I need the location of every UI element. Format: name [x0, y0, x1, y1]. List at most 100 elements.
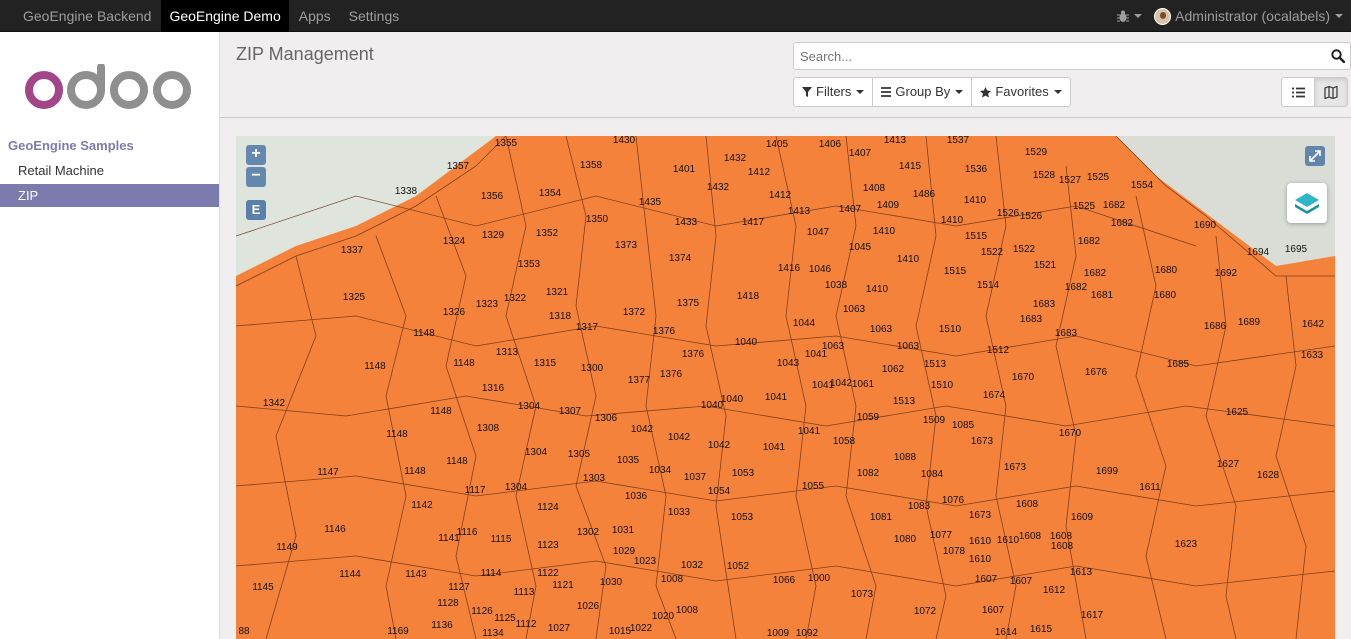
zip-label: 1148 — [364, 361, 386, 372]
filters-label: Filters — [816, 84, 852, 99]
zip-label: 1352 — [535, 228, 559, 239]
user-menu[interactable]: Administrator (ocalabels) — [1146, 7, 1351, 25]
zip-label: 1023 — [633, 556, 657, 567]
zip-label: 1030 — [599, 577, 623, 588]
zip-label: 1608 — [1050, 541, 1074, 552]
zip-label: 1121 — [552, 580, 574, 591]
zip-label: 1617 — [1080, 610, 1104, 621]
zip-label: 1059 — [856, 412, 880, 423]
chevron-down-icon — [955, 90, 964, 94]
zip-label: 1683 — [1032, 299, 1056, 310]
zip-label: 1047 — [806, 227, 830, 238]
zip-label: 1673 — [970, 436, 994, 447]
zip-label: 1633 — [1300, 350, 1324, 361]
zip-label: 1623 — [1174, 539, 1198, 550]
zip-label: 1088 — [893, 452, 917, 463]
zip-label: 1522 — [1012, 244, 1036, 255]
zip-label: 1052 — [726, 561, 750, 572]
sidebar-item-retail-machine[interactable]: Retail Machine — [0, 159, 219, 182]
zip-label: 1041 — [762, 442, 786, 453]
chevron-down-icon — [856, 90, 865, 94]
menu-apps[interactable]: Apps — [291, 0, 339, 32]
zip-label: 1375 — [676, 298, 700, 309]
zip-label: 1642 — [1301, 319, 1325, 330]
zip-label: 1321 — [545, 287, 569, 298]
zip-label: 1027 — [547, 623, 571, 634]
zip-label: 1410 — [963, 195, 987, 206]
zip-label: 1055 — [801, 481, 825, 492]
zip-label: 1610 — [968, 536, 992, 547]
zip-label: 1612 — [1042, 585, 1066, 596]
zip-label: 1323 — [475, 299, 499, 310]
zip-label: 1628 — [1256, 470, 1280, 481]
zip-label: 1432 — [706, 182, 730, 193]
zip-label: 1408 — [862, 183, 886, 194]
top-navbar: GeoEngine Backend GeoEngine Demo Apps Se… — [0, 0, 1351, 32]
zip-label: 1324 — [442, 236, 466, 247]
zip-label: 1029 — [612, 546, 636, 557]
odoo-logo — [25, 64, 191, 109]
zip-label: 1041 — [797, 426, 821, 437]
favorites-button[interactable]: Favorites — [971, 77, 1071, 107]
filters-button[interactable]: Filters — [793, 77, 874, 107]
search-input[interactable] — [794, 43, 1314, 69]
zip-label: 1432 — [723, 153, 747, 164]
menu-settings[interactable]: Settings — [341, 0, 408, 32]
zip-label: 1316 — [481, 383, 505, 394]
zip-label: 1673 — [968, 510, 992, 521]
zip-label: 1410 — [896, 254, 920, 265]
zip-label: 1537 — [946, 136, 970, 146]
menu-geoengine-backend[interactable]: GeoEngine Backend — [15, 0, 159, 32]
zip-label: 1058 — [832, 436, 856, 447]
zip-label: 1356 — [480, 191, 504, 202]
zip-label: 1694 — [1246, 247, 1270, 258]
menu-geoengine-demo[interactable]: GeoEngine Demo — [161, 0, 289, 32]
search-options: Filters Group By Favorites — [793, 77, 1071, 107]
zip-label: 1325 — [342, 292, 366, 303]
control-panel: ZIP Management Filters Group By Favorite… — [220, 32, 1351, 118]
zip-label: 1680 — [1154, 265, 1178, 276]
zip-label: 1613 — [1069, 567, 1093, 578]
chevron-down-icon — [1335, 14, 1343, 18]
zip-label: 1376 — [652, 326, 676, 337]
zip-label: 1413 — [883, 136, 907, 146]
map-view-button[interactable] — [1314, 77, 1348, 107]
zip-label: 1125 — [494, 613, 516, 624]
zip-label: 1412 — [768, 190, 792, 201]
zip-label: 1326 — [442, 307, 466, 318]
search-icon[interactable] — [1331, 49, 1345, 63]
zip-label: 1513 — [892, 396, 916, 407]
zip-label: 1040 — [720, 394, 744, 405]
zip-label: 1376 — [659, 369, 683, 380]
zip-label: 1054 — [707, 486, 731, 497]
zoom-in-button[interactable]: + — [246, 145, 266, 165]
zip-label: 1433 — [674, 217, 698, 228]
zip-label: 1670 — [1011, 372, 1035, 383]
zip-label: 1430 — [612, 136, 636, 146]
zip-label: 1337 — [340, 245, 364, 256]
group-by-button[interactable]: Group By — [872, 77, 973, 107]
zip-label: 1682 — [1077, 236, 1101, 247]
zip-label: 1169 — [387, 626, 409, 637]
zip-label: 1053 — [731, 468, 755, 479]
sidebar-item-zip[interactable]: ZIP — [0, 184, 219, 207]
zip-label: 1510 — [938, 324, 962, 335]
zip-label: 1374 — [668, 253, 692, 264]
layer-switcher-button[interactable] — [1287, 183, 1327, 223]
zip-label: 1608 — [1015, 499, 1039, 510]
edit-map-button[interactable]: E — [246, 200, 266, 220]
fullscreen-button[interactable] — [1305, 146, 1325, 166]
list-view-button[interactable] — [1281, 77, 1315, 107]
zoom-out-button[interactable]: − — [246, 167, 266, 187]
zip-label: 1144 — [339, 569, 361, 580]
zip-label: 1377 — [627, 375, 651, 386]
zip-label: 1035 — [616, 455, 640, 466]
zip-label: 1122 — [537, 568, 559, 579]
list-icon — [881, 87, 892, 97]
zip-label: 1692 — [1214, 268, 1238, 279]
debug-menu-button[interactable] — [1112, 10, 1146, 23]
zip-label: 1031 — [611, 525, 635, 536]
zip-label: 1627 — [1216, 459, 1240, 470]
map-canvas[interactable]: 1355 1430 1405 1406 1413 1537 1357 1358 1401 1432… — [236, 136, 1335, 639]
zip-label: 1063 — [869, 324, 893, 335]
